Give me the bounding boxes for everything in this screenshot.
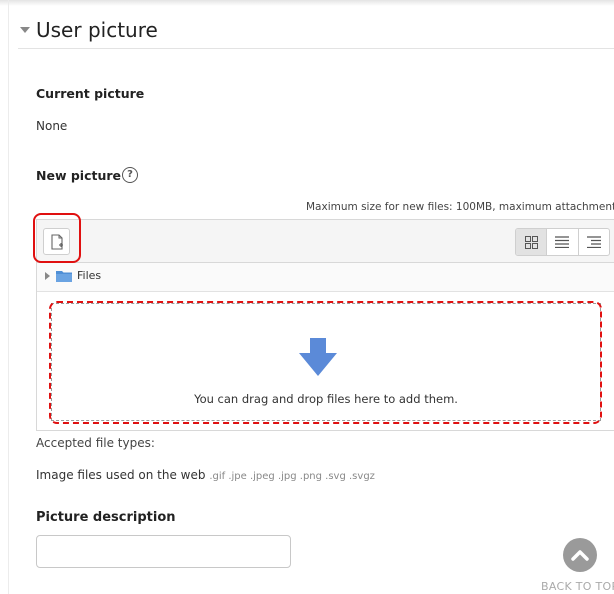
- help-icon[interactable]: ?: [122, 167, 138, 183]
- file-type-extensions: .gif .jpe .jpeg .jpg .png .svg .svgz: [209, 471, 375, 482]
- accepted-types-label: Accepted file types:: [36, 436, 155, 450]
- file-manager-toolbar: [37, 220, 614, 263]
- current-picture-value: None: [36, 119, 68, 133]
- new-picture-label: New picture: [36, 168, 121, 183]
- file-type-name: Image files used on the web: [36, 468, 206, 482]
- back-to-top-button[interactable]: [563, 538, 597, 572]
- list-view-button[interactable]: [547, 229, 579, 255]
- tree-view-icon: [586, 236, 601, 248]
- back-to-top-label[interactable]: BACK TO TOP: [541, 580, 614, 593]
- expand-arrow-icon: [45, 271, 50, 280]
- icons-view-button[interactable]: [516, 229, 548, 255]
- icons-view-icon: [524, 235, 538, 249]
- chevron-up-icon: [571, 550, 589, 561]
- picture-description-label: Picture description: [36, 510, 176, 525]
- top-shadow: [0, 0, 614, 6]
- tree-view-button[interactable]: [579, 229, 609, 255]
- accepted-types-list: Image files used on the web .gif .jpe .j…: [36, 468, 375, 482]
- max-size-text: Maximum size for new files: 100MB, maxim…: [306, 201, 614, 213]
- current-picture-label: Current picture: [36, 86, 145, 101]
- caret-down-icon: [20, 27, 30, 33]
- path-folder-label: Files: [77, 269, 102, 282]
- file-path-bar: Files: [37, 263, 614, 292]
- left-rule: [8, 0, 9, 594]
- list-view-icon: [555, 236, 570, 248]
- folder-icon: [56, 270, 72, 282]
- add-file-highlight: [33, 213, 81, 263]
- view-mode-group: [515, 228, 610, 256]
- section-header[interactable]: User picture: [18, 14, 614, 49]
- section-title: User picture: [36, 18, 158, 42]
- drop-zone-highlight: [49, 301, 602, 424]
- path-item-files[interactable]: Files: [45, 269, 101, 282]
- picture-description-input[interactable]: [36, 535, 291, 568]
